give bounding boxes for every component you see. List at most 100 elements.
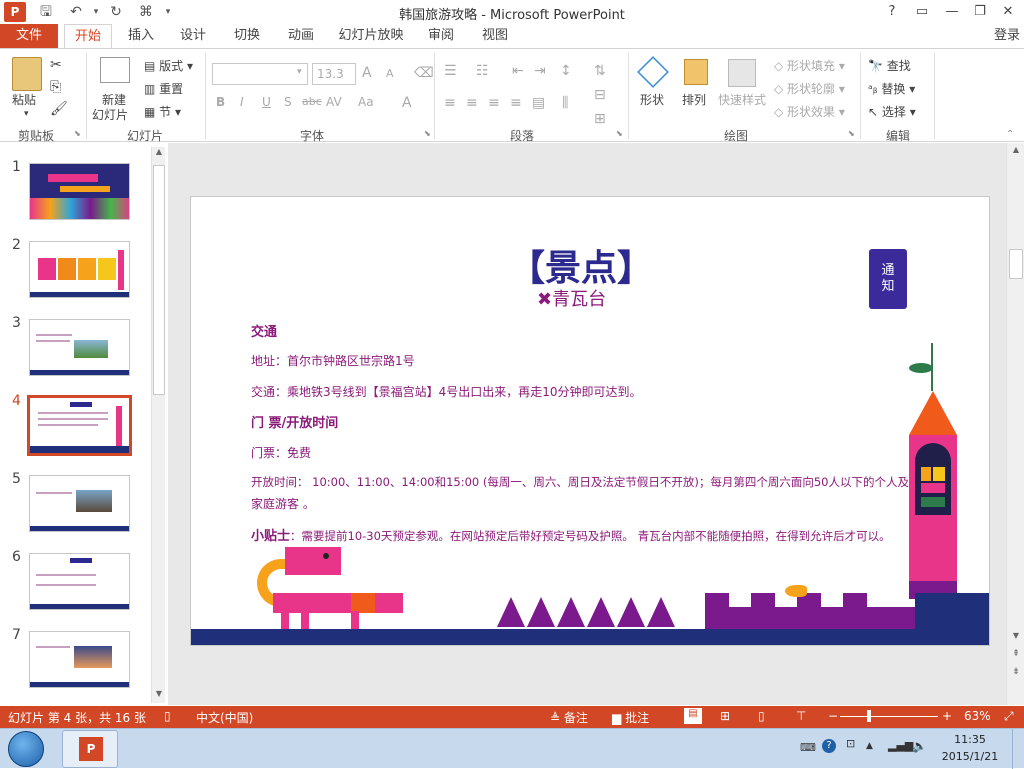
italic-button[interactable]: I (240, 95, 244, 109)
new-slide-label2[interactable]: 幻灯片 (92, 106, 128, 123)
scroll-down-icon[interactable]: ▼ (1009, 631, 1023, 645)
align-left-icon[interactable]: ≡ (444, 95, 456, 111)
slide-thumbnail-3[interactable] (29, 319, 130, 376)
justify-icon[interactable]: ≡ (510, 95, 522, 111)
minimize-button[interactable]: — (938, 0, 966, 24)
help-button[interactable]: ? (878, 0, 906, 24)
align-center-icon[interactable]: ≡ (466, 95, 478, 111)
slide-subtitle[interactable]: ✖青瓦台 (537, 285, 606, 311)
shape-outline-button[interactable]: ◇ 形状轮廓 ▾ (774, 80, 845, 97)
layout-button[interactable]: ▤ 版式 ▾ (144, 57, 193, 74)
language-status[interactable]: 中文(中国) (196, 709, 253, 726)
paragraph-launcher-icon[interactable]: ⬊ (616, 129, 623, 138)
zoom-in-icon[interactable]: + (942, 709, 952, 723)
previous-slide-icon[interactable]: ⇞ (1009, 649, 1023, 663)
arrange-button[interactable]: 排列 (682, 91, 706, 108)
char-spacing-button[interactable]: AV (326, 95, 342, 109)
slide-thumbnail-7[interactable] (29, 631, 130, 688)
clock-date[interactable]: 2015/1/21 (940, 750, 1000, 763)
font-name-input[interactable] (212, 63, 308, 85)
scroll-down-icon[interactable]: ▼ (153, 689, 165, 703)
increase-indent-icon[interactable]: ⇥ (534, 63, 546, 79)
ime-icon[interactable]: ⊡ (846, 737, 855, 750)
fit-to-window-icon[interactable]: ⤢ (1004, 709, 1014, 724)
numbering-icon[interactable]: ☷ (476, 63, 489, 79)
reset-button[interactable]: ▥ 重置 (144, 80, 183, 97)
strikethrough-button[interactable]: abc (302, 95, 322, 108)
reading-view-icon[interactable]: ▯ (758, 709, 765, 723)
font-name-dropdown-icon[interactable]: ▾ (297, 67, 302, 77)
tab-transitions[interactable]: 切换 (226, 24, 268, 48)
tab-review[interactable]: 审阅 (420, 24, 462, 48)
find-button[interactable]: 🔭 查找 (868, 57, 911, 74)
text-shadow-button[interactable]: S (284, 95, 292, 109)
hours-text-cont[interactable]: 家庭游客 。 (251, 495, 315, 512)
restore-button[interactable]: ❐ (966, 0, 994, 24)
slideshow-view-icon[interactable]: ⊤ (796, 709, 806, 723)
normal-view-icon[interactable]: ▤ (684, 708, 702, 724)
tab-animations[interactable]: 动画 (280, 24, 322, 48)
clear-format-icon[interactable]: ⌫ (414, 65, 434, 81)
thumbnail-scrollbar[interactable]: ▲ ▼ (151, 147, 165, 703)
ticket-text[interactable]: 门票：免费 (251, 444, 311, 461)
clock-time[interactable]: 11:35 (940, 733, 1000, 746)
spellcheck-icon[interactable]: ▯ (164, 709, 171, 723)
align-text-icon[interactable]: ⊟ (594, 87, 606, 103)
shape-fill-button[interactable]: ◇ 形状填充 ▾ (774, 57, 845, 74)
heading-ticket[interactable]: 门 票/开放时间 (251, 412, 338, 431)
next-slide-icon[interactable]: ⇟ (1009, 667, 1023, 681)
notice-scroll[interactable]: 通知 (869, 249, 907, 309)
zoom-slider[interactable] (840, 716, 938, 717)
shrink-font-button[interactable]: A (386, 67, 394, 80)
format-painter-icon[interactable]: 🖌 (50, 101, 68, 117)
windows-start-icon[interactable] (8, 731, 44, 767)
quick-styles-icon[interactable] (728, 59, 756, 87)
tab-slideshow[interactable]: 幻灯片放映 (334, 24, 408, 48)
hours-text[interactable]: 开放时间： 10:00、11:00、14:00和15:00 (每周一、周六、周日… (251, 474, 909, 490)
close-button[interactable]: ✕ (994, 0, 1022, 24)
collapse-ribbon-icon[interactable]: ⌃ (1006, 129, 1014, 140)
heading-transport[interactable]: 交通 (251, 321, 277, 340)
arrange-icon[interactable] (684, 59, 708, 85)
drawing-launcher-icon[interactable]: ⬊ (848, 129, 855, 138)
show-desktop-button[interactable] (1012, 729, 1024, 769)
tab-insert[interactable]: 插入 (120, 24, 162, 48)
keyboard-icon[interactable]: ⌨ (800, 741, 816, 754)
help-tray-icon[interactable]: ? (822, 739, 836, 753)
comments-button[interactable]: ▆ 批注 (612, 709, 649, 726)
distribute-icon[interactable]: ▤ (532, 95, 545, 111)
tip-text[interactable]: 小贴士：需要提前10-30天预定参观。在网站预定后带好预定号码及护照。 青瓦台内… (251, 525, 891, 544)
shape-effects-button[interactable]: ◇ 形状效果 ▾ (774, 103, 845, 120)
align-right-icon[interactable]: ≡ (488, 95, 500, 111)
slide-thumbnail-5[interactable] (29, 475, 130, 532)
slide-title[interactable]: 【景点】 (509, 239, 653, 291)
font-color-button[interactable]: A (402, 95, 412, 111)
slide-thumbnail-1[interactable] (29, 163, 130, 220)
thumbnail-scroll-thumb[interactable] (153, 165, 165, 395)
login-link[interactable]: 登录 (990, 24, 1024, 48)
change-case-button[interactable]: Aa (358, 95, 374, 109)
text-direction-icon[interactable]: ⇅ (594, 63, 606, 79)
slide-count-status[interactable]: 幻灯片 第 4 张，共 16 张 (8, 709, 146, 726)
zoom-out-icon[interactable]: − (828, 709, 838, 723)
new-slide-icon[interactable] (100, 57, 130, 83)
notes-button[interactable]: ≜ 备注 (550, 709, 588, 726)
font-size-input[interactable]: 13.3 (312, 63, 356, 85)
scroll-up-icon[interactable]: ▲ (1009, 145, 1023, 159)
slide-thumbnail-6[interactable] (29, 553, 130, 610)
ribbon-display-options-icon[interactable]: ▭ (908, 0, 936, 24)
volume-icon[interactable]: 🔈 (912, 739, 927, 753)
slide-sorter-icon[interactable]: ⊞ (720, 709, 730, 723)
clipboard-launcher-icon[interactable]: ⬊ (74, 129, 81, 138)
slide-thumbnail-4[interactable] (27, 395, 132, 456)
zoom-level[interactable]: 63% (964, 709, 991, 723)
line-spacing-icon[interactable]: ↕ (560, 63, 572, 79)
copy-icon[interactable]: ⎘ (50, 79, 61, 95)
taskbar-powerpoint-button[interactable]: P (62, 730, 118, 768)
quick-styles-button[interactable]: 快速样式 (718, 91, 766, 108)
shapes-button[interactable]: 形状 (640, 91, 664, 108)
slide-thumbnail-2[interactable] (29, 241, 130, 298)
select-button[interactable]: ↖ 选择 ▾ (868, 103, 916, 120)
zoom-slider-thumb[interactable] (867, 710, 871, 722)
transport-text[interactable]: 交通：乘地铁3号线到【景福宫站】4号出口出来，再走10分钟即可达到。 (251, 383, 642, 400)
